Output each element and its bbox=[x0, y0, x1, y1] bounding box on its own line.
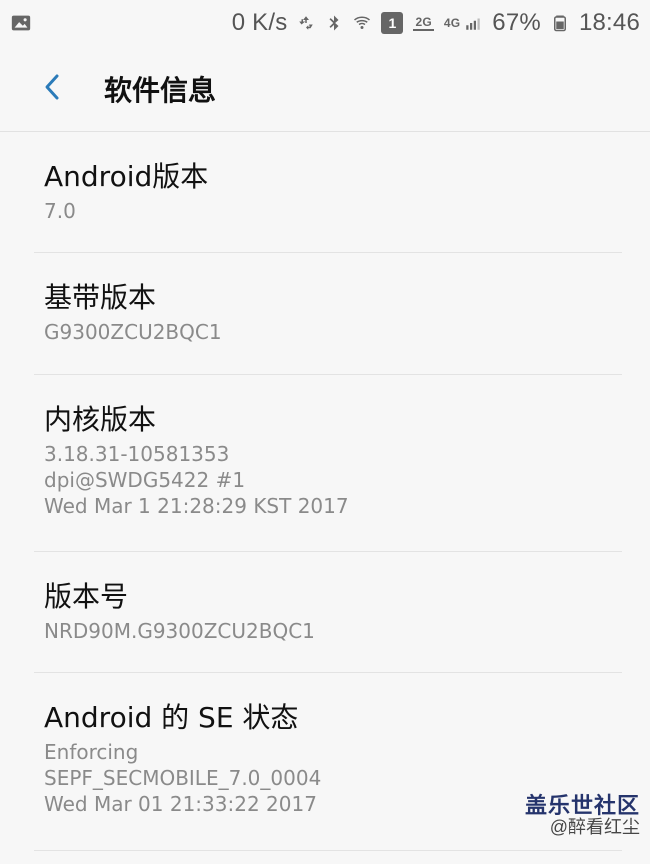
list-item-kernel-version[interactable]: 内核版本 3.18.31-10581353 dpi@SWDG5422 #1 We… bbox=[0, 375, 650, 552]
list-item-baseband-version[interactable]: 基带版本 G9300ZCU2BQC1 bbox=[0, 253, 650, 375]
clock: 18:46 bbox=[578, 9, 640, 36]
watermark-author: @醉看红尘 bbox=[549, 817, 640, 838]
list-item-subtitle: 7.0 bbox=[44, 199, 76, 223]
signal-strength-icon bbox=[464, 14, 482, 32]
bluetooth-icon bbox=[325, 14, 343, 32]
list-item-subtitle: 3.18.31-10581353 dpi@SWDG5422 #1 Wed Mar… bbox=[44, 442, 349, 518]
app-bar: 软件信息 bbox=[0, 46, 650, 132]
wifi-icon bbox=[353, 14, 371, 32]
network-4g-indicator: 4G bbox=[443, 16, 461, 30]
status-bar-left bbox=[10, 12, 32, 34]
back-button[interactable] bbox=[22, 59, 82, 119]
list-item-title: Android版本 bbox=[44, 160, 209, 193]
list-item-build-number[interactable]: 版本号 NRD90M.G9300ZCU2BQC1 bbox=[0, 552, 650, 673]
list-item-title: Android 的 SE 状态 bbox=[44, 701, 299, 734]
status-bar: 0 K/s 1 2G 4G 67% 18:46 bbox=[0, 0, 650, 46]
list-item-subtitle: G9300ZCU2BQC1 bbox=[44, 320, 222, 344]
network-2g-indicator: 2G bbox=[413, 15, 434, 31]
list-item-title: 内核版本 bbox=[44, 403, 157, 436]
watermark: 盖乐世社区 @醉看红尘 bbox=[460, 793, 640, 838]
battery-icon bbox=[551, 14, 569, 32]
list-item-title: 版本号 bbox=[44, 580, 129, 613]
status-bar-right: 0 K/s 1 2G 4G 67% 18:46 bbox=[232, 9, 640, 37]
battery-percent: 67% bbox=[492, 9, 541, 36]
software-info-list: Android版本 7.0 基带版本 G9300ZCU2BQC1 内核版本 3.… bbox=[0, 132, 650, 851]
recycle-icon bbox=[297, 14, 315, 32]
page-title: 软件信息 bbox=[104, 73, 217, 107]
watermark-community: 盖乐世社区 bbox=[524, 793, 640, 818]
list-item-subtitle: NRD90M.G9300ZCU2BQC1 bbox=[44, 619, 315, 643]
network-speed: 0 K/s bbox=[231, 9, 288, 36]
list-item-title: 基带版本 bbox=[44, 281, 157, 314]
chevron-left-icon bbox=[39, 72, 65, 106]
image-icon bbox=[10, 12, 32, 34]
list-item-android-version[interactable]: Android版本 7.0 bbox=[0, 132, 650, 253]
sim-slot-badge: 1 bbox=[381, 12, 404, 34]
